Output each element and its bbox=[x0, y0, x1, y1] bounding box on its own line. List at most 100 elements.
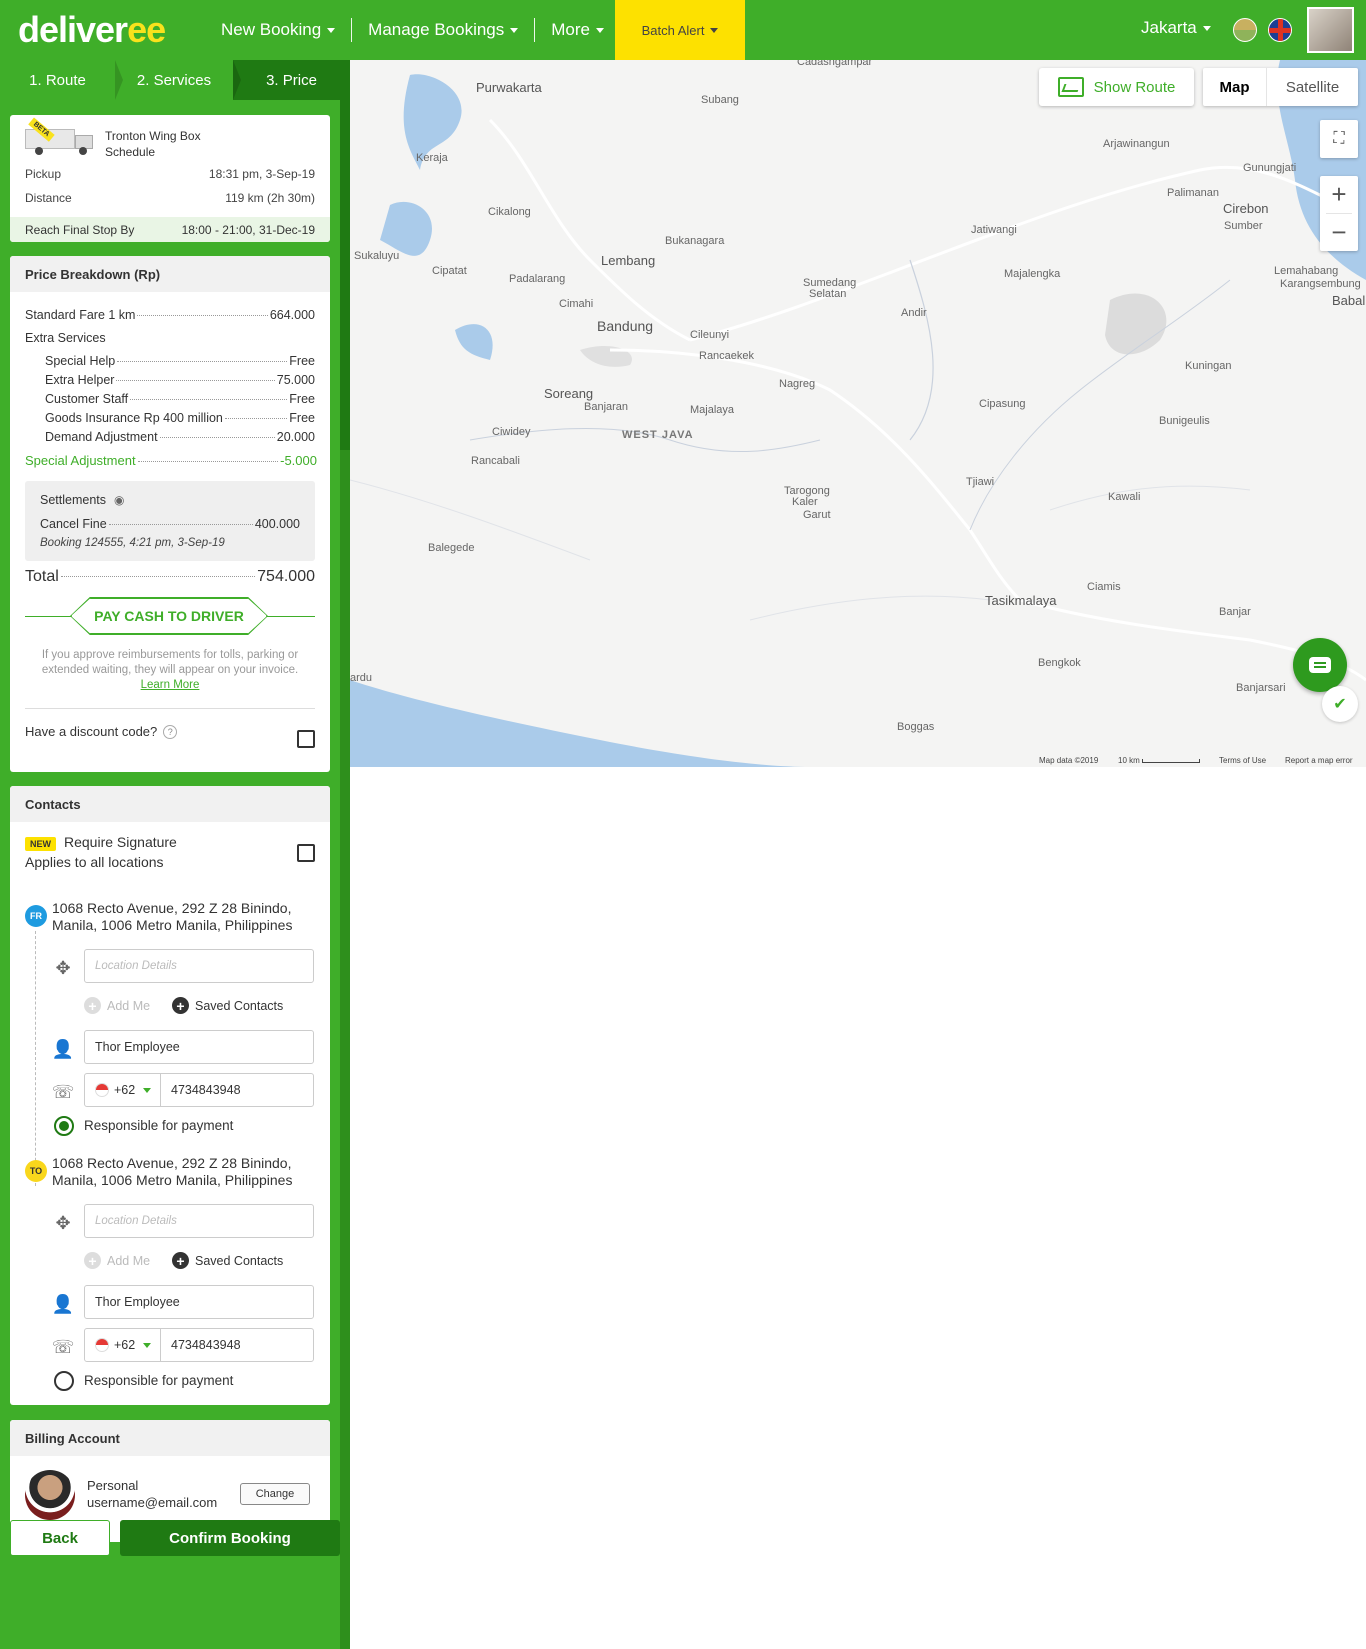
shield-check-icon[interactable]: ✔ bbox=[1322, 686, 1358, 722]
place-label: Cipasung bbox=[979, 398, 1026, 410]
nav-manage-bookings[interactable]: Manage Bookings bbox=[352, 18, 534, 42]
place-label: Majalaya bbox=[690, 404, 735, 416]
add-me-button[interactable]: + Add Me bbox=[84, 997, 150, 1014]
country-code-select[interactable]: +62 bbox=[85, 1329, 161, 1361]
booking-panel: 1. Route 2. Services 3. Price BETA Tront… bbox=[0, 60, 350, 1649]
responsible-payment-radio[interactable] bbox=[54, 1371, 74, 1391]
nav-more[interactable]: More bbox=[535, 18, 620, 42]
map-type-map[interactable]: Map bbox=[1203, 68, 1267, 106]
indonesia-flag-icon[interactable] bbox=[1233, 18, 1257, 42]
place-label: Bengkok bbox=[1038, 657, 1081, 669]
require-signature-checkbox[interactable] bbox=[297, 844, 315, 862]
place-label: Selatan bbox=[809, 288, 847, 300]
contact-name-input[interactable]: Thor Employee bbox=[84, 1030, 314, 1064]
chevron-down-icon bbox=[143, 1087, 152, 1093]
divider bbox=[25, 708, 315, 709]
plus-icon: + bbox=[84, 997, 101, 1014]
step-price[interactable]: 3. Price bbox=[233, 60, 350, 100]
extra-row: Customer Staff Free bbox=[45, 392, 315, 406]
contact-name-input[interactable]: Thor Employee bbox=[84, 1285, 314, 1319]
fullscreen-icon[interactable]: ⛶ bbox=[1320, 120, 1358, 158]
place-label: Kaler bbox=[792, 496, 818, 508]
zoom-out-button[interactable]: − bbox=[1320, 214, 1358, 251]
step-route[interactable]: 1. Route bbox=[0, 60, 123, 100]
location-details-input[interactable]: Location Details bbox=[84, 949, 314, 983]
account-type: Personal bbox=[87, 1478, 139, 1493]
place-label: Karangsembung bbox=[1280, 278, 1361, 290]
saved-contacts-button[interactable]: + Saved Contacts bbox=[172, 997, 283, 1014]
terms-of-use-link[interactable]: Terms of Use bbox=[1219, 756, 1266, 765]
responsible-payment-radio[interactable] bbox=[54, 1116, 74, 1136]
uk-flag-icon[interactable] bbox=[1268, 18, 1292, 42]
map-view[interactable]: Cadasngampar Purwakarta Subang Arjawinan… bbox=[350, 60, 1366, 767]
user-avatar[interactable] bbox=[1307, 7, 1354, 53]
road bbox=[689, 165, 1331, 342]
nav-new-booking[interactable]: New Booking bbox=[205, 18, 351, 42]
place-label: Majalengka bbox=[1004, 268, 1061, 280]
learn-more-link[interactable]: Learn More bbox=[141, 679, 200, 691]
billing-avatar bbox=[25, 1470, 75, 1520]
plus-icon: + bbox=[172, 997, 189, 1014]
applies-text: Applies to all locations bbox=[25, 854, 164, 870]
panel-scrollbar-thumb[interactable] bbox=[340, 100, 350, 450]
step-services[interactable]: 2. Services bbox=[115, 60, 241, 100]
indonesia-flag-icon bbox=[95, 1338, 109, 1352]
sea-water bbox=[350, 680, 810, 767]
map-canvas bbox=[350, 60, 1366, 767]
phone-number-input[interactable]: 4734843948 bbox=[161, 1074, 313, 1106]
from-address: 1068 Recto Avenue, 292 Z 28 Binindo, Man… bbox=[52, 900, 293, 933]
report-map-error-link[interactable]: Report a map error bbox=[1285, 756, 1353, 765]
to-address: 1068 Recto Avenue, 292 Z 28 Binindo, Man… bbox=[52, 1155, 293, 1188]
place-label: Bunigeulis bbox=[1159, 415, 1210, 427]
extra-row: Demand Adjustment 20.000 bbox=[45, 430, 315, 444]
place-label: Rancabali bbox=[471, 455, 520, 467]
place-label: Soreang bbox=[544, 386, 594, 401]
place-label: Padalarang bbox=[509, 273, 566, 285]
saved-contacts-button[interactable]: + Saved Contacts bbox=[172, 1252, 283, 1269]
location-details-input[interactable]: Location Details bbox=[84, 1204, 314, 1238]
responsible-payment-label: Responsible for payment bbox=[84, 1118, 234, 1133]
vehicle-summary-card: BETA Tronton Wing Box Schedule Pickup 18:… bbox=[10, 115, 330, 242]
price-breakdown-card: Price Breakdown (Rp) Standard Fare 1 km 6… bbox=[10, 256, 330, 772]
deliveree-logo[interactable]: deliver ee bbox=[18, 9, 166, 50]
river bbox=[909, 259, 934, 441]
new-badge: NEW bbox=[25, 837, 56, 851]
booking-steps: 1. Route 2. Services 3. Price bbox=[0, 60, 350, 100]
zoom-in-button[interactable]: + bbox=[1320, 176, 1358, 213]
place-label: Garut bbox=[803, 509, 831, 521]
phone-number-input[interactable]: 4734843948 bbox=[161, 1329, 313, 1361]
chevron-down-icon bbox=[327, 27, 336, 33]
phone-icon: ☏ bbox=[51, 1081, 75, 1102]
distance-row: Distance 119 km (2h 30m) bbox=[25, 191, 315, 205]
reimbursement-note: If you approve reimbursements for tolls,… bbox=[41, 649, 299, 691]
chat-button[interactable] bbox=[1293, 638, 1347, 692]
move-icon[interactable]: ✥ bbox=[52, 957, 74, 979]
cancel-fine-note: Booking 124555, 4:21 pm, 3-Sep-19 bbox=[40, 537, 225, 549]
logo-accent: ee bbox=[127, 9, 166, 50]
show-route-button[interactable]: Show Route bbox=[1039, 68, 1194, 106]
place-label: Arjawinangun bbox=[1103, 138, 1170, 150]
country-code-select[interactable]: +62 bbox=[85, 1074, 161, 1106]
eye-icon[interactable]: ◉ bbox=[114, 493, 124, 507]
place-label: Cileunyi bbox=[690, 329, 730, 341]
pay-cash-banner: PAY CASH TO DRIVER bbox=[25, 597, 315, 635]
move-icon[interactable]: ✥ bbox=[52, 1212, 74, 1234]
chat-icon bbox=[1309, 657, 1331, 673]
chevron-down-icon bbox=[510, 27, 519, 33]
help-icon[interactable]: ? bbox=[163, 724, 178, 739]
city-selector[interactable]: Jakarta bbox=[1141, 18, 1211, 38]
add-me-button[interactable]: + Add Me bbox=[84, 1252, 150, 1269]
place-label: Cikalong bbox=[488, 206, 531, 218]
vehicle-name: Tronton Wing Box Schedule bbox=[105, 129, 201, 159]
reservoir-water bbox=[380, 201, 432, 256]
change-account-button[interactable]: Change bbox=[240, 1483, 310, 1505]
map-type-satellite[interactable]: Satellite bbox=[1267, 68, 1358, 106]
confirm-booking-button[interactable]: Confirm Booking bbox=[120, 1520, 340, 1556]
back-button[interactable]: Back bbox=[10, 1520, 110, 1556]
phone-icon: ☏ bbox=[51, 1336, 75, 1357]
batch-alert-button[interactable]: Batch Alert bbox=[615, 0, 745, 60]
to-badge: TO bbox=[25, 1160, 47, 1182]
pickup-row: Pickup 18:31 pm, 3-Sep-19 bbox=[25, 167, 315, 181]
extra-row: Extra Helper 75.000 bbox=[45, 373, 315, 387]
discount-checkbox[interactable] bbox=[297, 730, 315, 748]
